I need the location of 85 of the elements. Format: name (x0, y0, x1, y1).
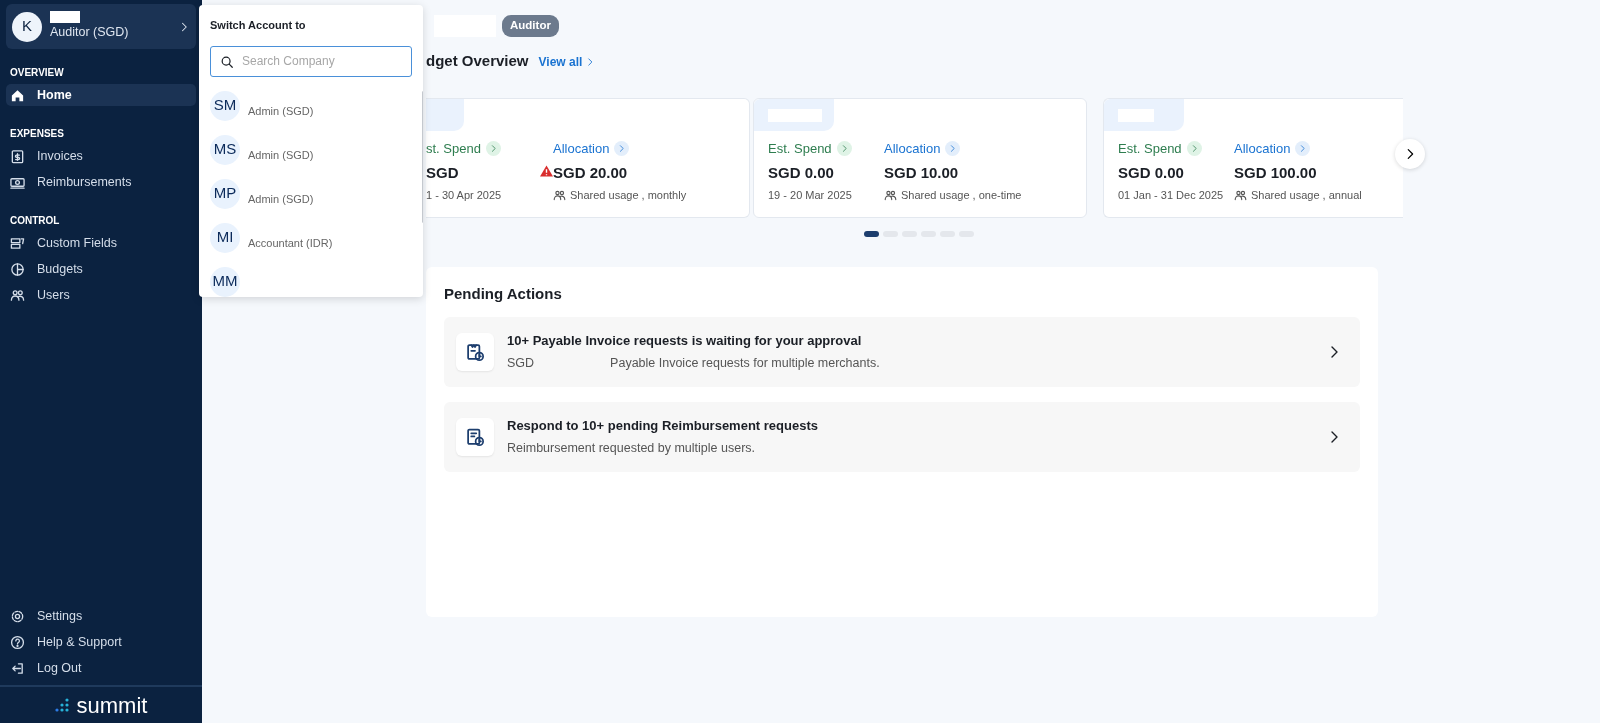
avatar: K (12, 11, 42, 42)
nav-item[interactable]: Budgets (6, 258, 196, 280)
account-option[interactable]: MM (210, 266, 412, 297)
date-range: 01 Jan - 31 Dec 2025 (1118, 188, 1225, 203)
role-badge: Auditor (502, 15, 559, 37)
help-icon (10, 634, 25, 650)
nav-item[interactable]: Invoices (6, 145, 196, 167)
chevron-right-icon (1298, 144, 1308, 154)
invoice-icon (10, 148, 25, 164)
account-switcher[interactable]: K Auditor (SGD) (6, 4, 196, 49)
section-title: dget Overview (426, 52, 529, 70)
chevron-right-icon (948, 144, 958, 154)
chevron-right-icon (617, 144, 627, 154)
account-avatar: MM (210, 266, 240, 297)
users-icon (884, 188, 897, 202)
usage-text: Shared usage , monthly (570, 188, 687, 203)
gear-icon (10, 608, 25, 624)
action-subtitle: Reimbursement requested by multiple users. (507, 440, 756, 458)
search-icon (220, 54, 234, 69)
allocation-amount: SGD 100.00 (1234, 162, 1318, 183)
action-subtitle: SGD (507, 355, 535, 373)
redaction-block (50, 11, 80, 24)
section-heading: OVERVIEW (9, 66, 65, 80)
account-role: Admin (SGD) (248, 103, 314, 119)
nav-item[interactable]: Help & Support (6, 631, 196, 653)
spend-amount: SGD (426, 162, 459, 183)
spend-amount: SGD 0.00 (768, 162, 834, 183)
nav-item[interactable]: Settings (6, 605, 196, 627)
document-clock-icon (465, 342, 485, 362)
account-option[interactable]: MI Accountant (IDR) (210, 222, 412, 253)
est-spend-link[interactable]: Est. Spend (768, 139, 884, 159)
date-range: 19 - 20 Mar 2025 (768, 188, 853, 203)
dropdown-title: Switch Account to (210, 18, 307, 33)
nav-item[interactable]: Home (6, 84, 196, 106)
nav-item[interactable]: Log Out (6, 657, 196, 679)
dots-logo-icon (54, 698, 71, 712)
next-button[interactable] (1395, 139, 1425, 169)
users-icon (553, 188, 566, 202)
nav-item[interactable]: Custom Fields (6, 232, 196, 254)
account-role: Admin (SGD) (248, 147, 314, 163)
usage-text: Shared usage , annual (1251, 188, 1362, 203)
document-clock-icon (465, 427, 485, 447)
allocation-link[interactable]: Allocation (553, 139, 687, 159)
allocation-amount: SGD 20.00 (553, 162, 629, 183)
est-spend-link[interactable]: st. Spend (426, 139, 553, 159)
logo-text: summit (76, 691, 148, 720)
usage-text: Shared usage , one-time (901, 188, 1022, 203)
section-heading: EXPENSES (9, 127, 65, 141)
action-title: 10+ Payable Invoice requests is waiting for your approval (507, 331, 863, 350)
account-avatar: MP (210, 178, 240, 209)
account-role: Auditor (SGD) (50, 24, 130, 42)
panel-title: Pending Actions (444, 285, 563, 303)
search-field[interactable]: Search Company (210, 45, 412, 77)
allocation-link[interactable]: Allocation (884, 139, 1022, 159)
spend-amount: SGD 0.00 (1118, 162, 1184, 183)
users-icon (10, 287, 25, 303)
form-fields-icon (10, 235, 25, 251)
users-icon (1234, 188, 1247, 202)
budget-card[interactable]: Est. Spend SGD 0.00 19 - 20 Mar 2025 Allocation SGD 10.00 Shared usage , one-time (753, 98, 1087, 218)
account-option[interactable]: MS Admin (SGD) (210, 134, 412, 165)
date-range: 1 - 30 Apr 2025 (426, 188, 503, 203)
card-tab (426, 99, 464, 131)
pending-action-item[interactable]: Respond to 10+ pending Reimbursement requests Reimbursement requested by multiple users. (444, 402, 1360, 472)
nav-item[interactable]: Users (6, 284, 196, 306)
account-option[interactable]: MP Admin (SGD) (210, 178, 412, 209)
budget-card[interactable]: Est. Spend SGD 0.00 01 Jan - 31 Dec 2025 Allocation SGD 100.00 Shared usage , annual (1103, 98, 1403, 218)
est-spend-link[interactable]: Est. Spend (1118, 139, 1234, 159)
account-avatar: MI (210, 222, 240, 253)
account-avatar: SM (210, 90, 240, 121)
action-subtitle: Payable Invoice requests for multiple merchants. (610, 355, 880, 373)
logout-icon (10, 660, 25, 676)
pie-chart-icon (10, 261, 25, 277)
pending-action-item[interactable]: 10+ Payable Invoice requests is waiting for your approval SGD Payable Invoice requests for multiple merchants. (444, 317, 1360, 387)
action-title: Respond to 10+ pending Reimbursement requests (507, 416, 819, 435)
account-avatar: MS (210, 134, 240, 165)
section-heading: CONTROL (9, 214, 61, 228)
view-all-link[interactable]: View all (538, 53, 596, 71)
account-option[interactable]: SM Admin (SGD) (210, 90, 412, 121)
allocation-link[interactable]: Allocation (1234, 139, 1362, 159)
budget-card[interactable]: st. Spend SGD 1 - 30 Apr 2025 Allocation SGD 20.00 Shared usage , monthly (426, 98, 750, 218)
account-role: Admin (SGD) (248, 191, 314, 207)
allocation-amount: SGD 10.00 (884, 162, 960, 183)
nav-item[interactable]: Reimbursements (6, 171, 196, 193)
home-icon (10, 87, 25, 103)
account-role: Accountant (IDR) (248, 235, 333, 251)
